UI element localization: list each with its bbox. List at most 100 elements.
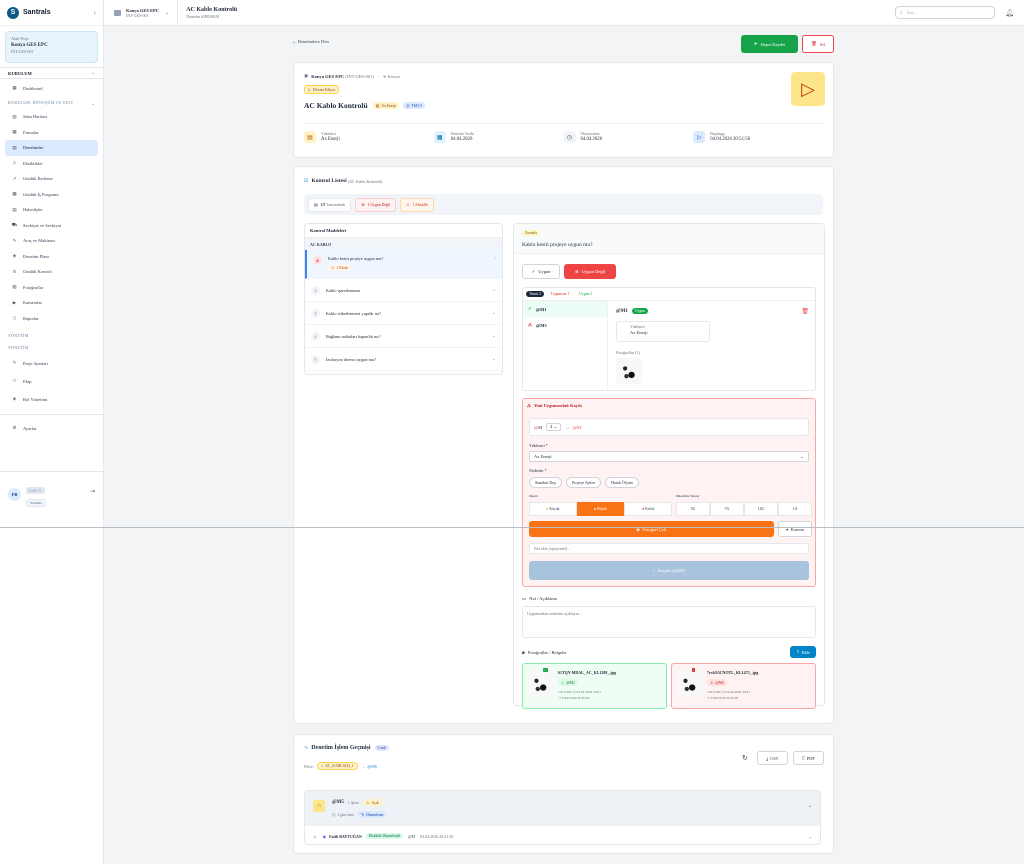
divider-line — [0, 527, 1024, 528]
filter-target: @M5 — [367, 763, 377, 769]
pdf-button[interactable]: ▯ PDF — [793, 751, 824, 765]
sidebar-item-11[interactable]: ▨ Fotoğraflar — [5, 280, 98, 296]
checklist-item[interactable]: 4 Bağlantı noktaları kapatıldı mı? ⌄ — [305, 325, 502, 348]
sidebar-item-9[interactable]: ◈ Denetim Planı — [5, 249, 98, 265]
sidebar-item-13[interactable]: ▯ Raporlar — [5, 311, 98, 327]
sidebar-item-5[interactable]: ▦ Günlük İş Programı — [5, 187, 98, 203]
section-yonetim[interactable]: YÖNETİM › — [0, 330, 103, 342]
attachment-card[interactable]: ✓ 61TQY-MDAL_AC_KL1280_.jpg ✓ @M1 125.9 KB ◷… — [522, 663, 667, 709]
filter-chip[interactable]: ⌂ AC_KABLO(4)_1 — [316, 762, 358, 770]
nc-note-placeholder: Not ekle (opsiyonel)... — [534, 546, 570, 551]
sidebar-item-dashboard[interactable]: ▦ Dashboard — [5, 79, 98, 97]
bell-icon[interactable]: 🔔︎ — [1005, 9, 1014, 17]
logout-icon[interactable]: ⇥ — [90, 488, 95, 495]
save-all-button[interactable]: ➤ Hepsi Kaydet — [741, 35, 798, 53]
nc-note-input[interactable]: Not ekle (opsiyonel)... — [529, 543, 809, 554]
clock-icon: ◷ — [332, 813, 336, 817]
attachment-size: 125.9 KB — [558, 690, 572, 694]
severity-selector: ● Küçük ● Büyük ● Kritik — [529, 502, 673, 516]
severity-label: Kritik — [645, 507, 655, 511]
sidebar-item-settings[interactable]: ⚙ Ayarlar — [5, 419, 98, 437]
sidebar-item-12[interactable]: ▶ Kameralar — [5, 295, 98, 311]
sidebar-item-4[interactable]: ↗ Günlük İlerleme — [5, 171, 98, 187]
sidebar-item-1[interactable]: ▦ Firmalar — [5, 125, 98, 141]
refresh-icon[interactable]: ↻ — [742, 754, 748, 762]
team-icon: ◎ — [406, 104, 410, 108]
attachment-date: 04.04.2026 20:41 — [725, 690, 751, 694]
checklist-item-list: ⊗ Kablo kesiti projeye uygun mu? ⚠ 1 Eksik ›… — [305, 250, 502, 371]
attachment-badge: ✓ @M1 — [558, 679, 578, 686]
severity-option[interactable]: ● Küçük — [529, 502, 577, 516]
history-group: ⌂ @M5 1 işlem ⚠ Açık ◷ 1 gün önce ✎ Düzenl… — [304, 790, 821, 845]
cable-photo-thumbnail[interactable] — [616, 358, 642, 384]
contractor-select[interactable]: Ax Enerji ⌄ — [529, 451, 809, 462]
sidebar-item-7[interactable]: ⛟ Sevkiyat ve Sevkiyat — [5, 218, 98, 234]
deadline-option[interactable]: 3G — [676, 502, 710, 516]
sidebar-item-10[interactable]: ≋ Günlük Kontrol — [5, 264, 98, 280]
sidebar-admin-item-1[interactable]: ⚇ Ekip — [5, 372, 98, 390]
attachment-card[interactable]: ! 7rx6A3CNOTL_KL1473_.jpg ⚠ @M5 130.9 KB ◷ 0… — [671, 663, 816, 709]
history-row-tag: Eksiklik Düzenlendi — [365, 833, 403, 839]
contractor-label: Yüklenici — [630, 325, 645, 329]
upload-button[interactable]: ⇪ Ekle — [790, 646, 816, 658]
save-nc-button[interactable]: + Kaydet (@M1) — [529, 561, 809, 580]
checklist-item[interactable]: 5 İzolasyon direnci uygun mu? ⌄ — [305, 348, 502, 371]
reason-chip[interactable]: Hatalı Ölçüm — [605, 477, 639, 488]
take-photo-button[interactable]: ◙ Fotoğraf Çek — [529, 521, 774, 537]
noncompliant-button[interactable]: ⊗ Uygun Değil — [564, 264, 616, 279]
project-switcher[interactable]: Konya GES EPC INT-GES-001 ⌄ — [114, 0, 179, 26]
range-stepper[interactable]: 4 ⌄ — [546, 423, 562, 431]
deadline-option[interactable]: 14G — [744, 502, 778, 516]
user-role-badge: Yönetici — [26, 499, 47, 507]
measurement-item[interactable]: ⚠ @M5 — [523, 317, 607, 333]
delete-label: Sil — [819, 41, 825, 47]
search-placeholder: Ara... — [906, 10, 917, 15]
range-input[interactable]: @ M 4 ⌄ → @M — [529, 418, 809, 436]
severity-option[interactable]: ● Kritik — [624, 502, 673, 516]
severity-option[interactable]: ● Büyük — [576, 502, 625, 516]
tab-compliant[interactable]: Uygun 1 — [576, 291, 595, 297]
back-link[interactable]: ← Denetimlere Dön — [292, 39, 329, 44]
meta-item-2: ◷ Oluşturulma 04.04.2026 — [563, 131, 694, 143]
check-badge-icon: ✓ — [543, 668, 548, 672]
reason-chip[interactable]: Projeye Aykırı — [566, 477, 602, 488]
chevron-right-icon: › — [93, 334, 95, 338]
active-project-card[interactable]: Aktif Proje Konya GES EPC INT-GES-001 — [5, 31, 98, 63]
summary-project-code: (INT-GES-001) — [345, 73, 374, 79]
video-icon: ▶ — [12, 299, 17, 305]
sidebar-item-3[interactable]: ⚠ Eksiklikler — [5, 156, 98, 172]
project-line: ▣ Konya GES EPC (INT-GES-001) · ⌖ Konya — [304, 73, 400, 79]
tab-all[interactable]: Tümü 2 — [526, 291, 544, 297]
sidebar-item-8[interactable]: ✎ Araç ve Makinası — [5, 233, 98, 249]
activity-icon: ∿ — [304, 746, 309, 751]
sidebar-item-2[interactable]: ▤ Denetimler — [5, 140, 98, 156]
compliant-button[interactable]: ✓ Uygun — [522, 264, 560, 279]
pdf-label: PDF — [806, 755, 815, 761]
search-input[interactable]: ⌕ Ara... — [895, 6, 996, 19]
checklist-item[interactable]: 2 Kablo işaretlenması ⌄ — [305, 279, 502, 302]
notes-textarea[interactable]: Uygunsuzluk nedenini açıklayın... — [522, 606, 816, 638]
subsection-header[interactable]: KURULUM, DÖNÜŞÜM VE TEST ⌄ — [0, 97, 103, 109]
trash-icon[interactable]: 🗑︎ — [801, 308, 809, 315]
location-button[interactable]: ⌖ Konum — [778, 521, 812, 537]
deadline-option[interactable]: 1A — [778, 502, 812, 516]
checklist-item[interactable]: 3 Kablo etiketlenmesi yapıldı mı? ⌄ — [305, 302, 502, 325]
csv-button[interactable]: ⤓ CSV — [757, 751, 788, 765]
history-row[interactable]: ⚠ ◉ Fatih BAYTUĞAN Eksiklik Düzenlendi @… — [305, 826, 820, 844]
history-group-header[interactable]: ⌂ @M5 1 işlem ⚠ Açık ◷ 1 gün önce ✎ Düzenl… — [305, 791, 820, 826]
sidebar-item-0[interactable]: ▥ Saha Haritası — [5, 109, 98, 125]
measurement-item[interactable]: ✓ @M1 — [523, 301, 607, 317]
sidebar-item-6[interactable]: ▤ Hakedişler — [5, 202, 98, 218]
collapse-sidebar-icon[interactable]: ‹ — [94, 9, 96, 17]
tab-noncompliant[interactable]: Uygunsuz 1 — [548, 291, 572, 297]
checklist-item[interactable]: ⊗ Kablo kesiti projeye uygun mu? ⚠ 1 Eksik › — [305, 250, 502, 279]
reason-chip[interactable]: Standart Dışı — [529, 477, 562, 488]
sidebar-admin-item-2[interactable]: ◈ Rol Yönetimi — [5, 390, 98, 408]
avatar[interactable]: FB — [8, 488, 21, 501]
sidebar-admin-item-0[interactable]: ✎ Proje Ayarları — [5, 354, 98, 372]
list-icon: ▤ — [314, 203, 318, 207]
delete-button[interactable]: 🗑︎ Sil — [802, 35, 834, 53]
deadline-option[interactable]: 7G — [710, 502, 744, 516]
section-kurulum[interactable]: KURULUM ⌄ — [0, 67, 103, 79]
chevron-right-icon: › — [494, 256, 496, 261]
